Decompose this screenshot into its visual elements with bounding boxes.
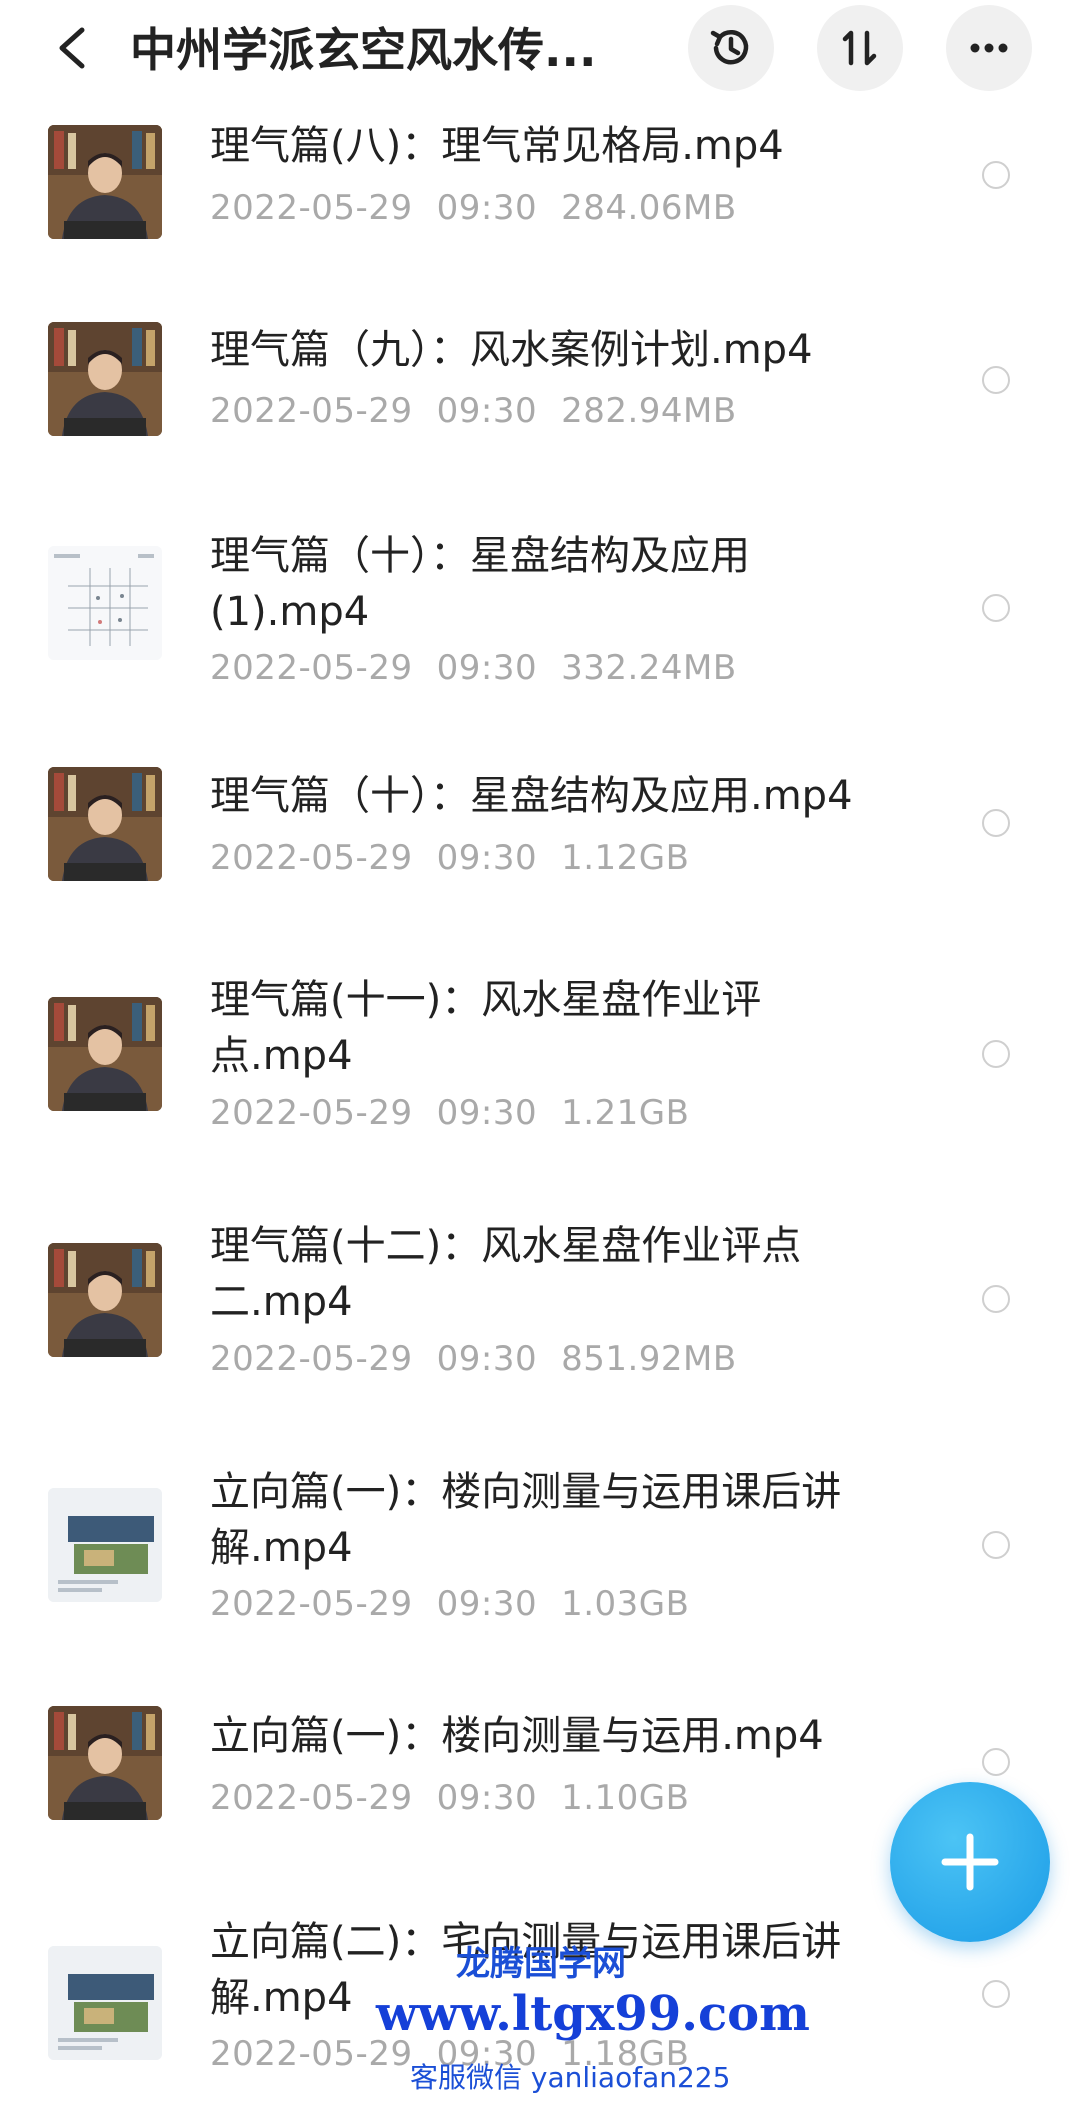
select-radio[interactable] <box>982 594 1010 622</box>
file-time: 09:30 <box>436 1093 538 1133</box>
top-bar: 中州学派玄空风水传... <box>0 0 1079 100</box>
plus-icon <box>941 1833 999 1891</box>
file-date: 2022-05-29 <box>210 838 413 878</box>
sort-icon <box>842 30 877 66</box>
file-size: 1.12GB <box>561 838 690 878</box>
file-meta: 2022-05-29 09:30 332.24MB <box>210 648 761 688</box>
video-thumbnail[interactable] <box>48 1946 162 2060</box>
history-button[interactable] <box>688 5 774 91</box>
file-meta: 2022-05-29 09:30 1.21GB <box>210 1093 713 1133</box>
file-name: 立向篇(一)：楼向测量与运用.mp4 <box>210 1713 824 1759</box>
more-button[interactable] <box>946 5 1032 91</box>
page-title: 中州学派玄空风水传... <box>130 23 597 77</box>
select-radio[interactable] <box>982 1748 1010 1776</box>
file-name: 理气篇（十）：星盘结构及应用.mp4 <box>210 773 853 819</box>
file-time: 09:30 <box>436 1584 538 1624</box>
watermark-url: www.ltgx99.com <box>376 1986 810 2042</box>
file-time: 09:30 <box>436 188 538 228</box>
video-thumbnail[interactable] <box>48 125 162 239</box>
file-date: 2022-05-29 <box>210 1778 413 1818</box>
video-thumbnail[interactable] <box>48 1243 162 1357</box>
file-name: 理气篇（十）：星盘结构及应用(1).mp4 <box>210 533 750 635</box>
file-name: 立向篇(一)：楼向测量与运用课后讲解.mp4 <box>210 1469 842 1571</box>
file-date: 2022-05-29 <box>210 648 413 688</box>
file-meta: 2022-05-29 09:30 284.06MB <box>210 188 761 228</box>
sort-button[interactable] <box>817 5 903 91</box>
file-date: 2022-05-29 <box>210 188 413 228</box>
file-name: 理气篇（九）：风水案例计划.mp4 <box>210 327 813 373</box>
file-date: 2022-05-29 <box>210 391 413 431</box>
chevron-left-icon <box>59 27 85 69</box>
file-size: 1.10GB <box>561 1778 690 1818</box>
file-time: 09:30 <box>436 838 538 878</box>
file-meta: 2022-05-29 09:30 282.94MB <box>210 391 761 431</box>
video-thumbnail[interactable] <box>48 1706 162 1820</box>
file-date: 2022-05-29 <box>210 1093 413 1133</box>
file-name: 理气篇(八)：理气常见格局.mp4 <box>210 123 784 169</box>
history-icon <box>710 29 749 65</box>
file-time: 09:30 <box>436 1778 538 1818</box>
file-name: 理气篇(十一)：风水星盘作业评点.mp4 <box>210 977 762 1079</box>
file-meta: 2022-05-29 09:30 1.10GB <box>210 1778 713 1818</box>
video-thumbnail[interactable] <box>48 546 162 660</box>
file-time: 09:30 <box>436 648 538 688</box>
select-radio[interactable] <box>982 161 1010 189</box>
file-time: 09:30 <box>436 1339 538 1379</box>
video-thumbnail[interactable] <box>48 1488 162 1602</box>
select-radio[interactable] <box>982 366 1010 394</box>
file-size: 1.03GB <box>561 1584 690 1624</box>
back-button[interactable] <box>48 22 98 74</box>
file-meta: 2022-05-29 09:30 851.92MB <box>210 1339 761 1379</box>
video-thumbnail[interactable] <box>48 767 162 881</box>
file-size: 282.94MB <box>561 391 737 431</box>
more-icon <box>970 43 1008 53</box>
file-date: 2022-05-29 <box>210 1339 413 1379</box>
select-radio[interactable] <box>982 1040 1010 1068</box>
file-name: 理气篇(十二)：风水星盘作业评点二.mp4 <box>210 1223 802 1325</box>
file-size: 851.92MB <box>561 1339 737 1379</box>
select-radio[interactable] <box>982 809 1010 837</box>
file-size: 284.06MB <box>561 188 737 228</box>
file-size: 1.21GB <box>561 1093 690 1133</box>
file-size: 332.24MB <box>561 648 737 688</box>
file-meta: 2022-05-29 09:30 1.03GB <box>210 1584 713 1624</box>
video-thumbnail[interactable] <box>48 322 162 436</box>
add-button[interactable] <box>890 1782 1050 1942</box>
file-meta: 2022-05-29 09:30 1.12GB <box>210 838 713 878</box>
file-date: 2022-05-29 <box>210 1584 413 1624</box>
watermark-site-name: 龙腾国学网 <box>456 1944 626 1984</box>
select-radio[interactable] <box>982 1980 1010 2008</box>
select-radio[interactable] <box>982 1285 1010 1313</box>
video-thumbnail[interactable] <box>48 997 162 1111</box>
file-time: 09:30 <box>436 391 538 431</box>
watermark-contact: 客服微信 yanliaofan225 <box>410 2061 731 2094</box>
select-radio[interactable] <box>982 1531 1010 1559</box>
